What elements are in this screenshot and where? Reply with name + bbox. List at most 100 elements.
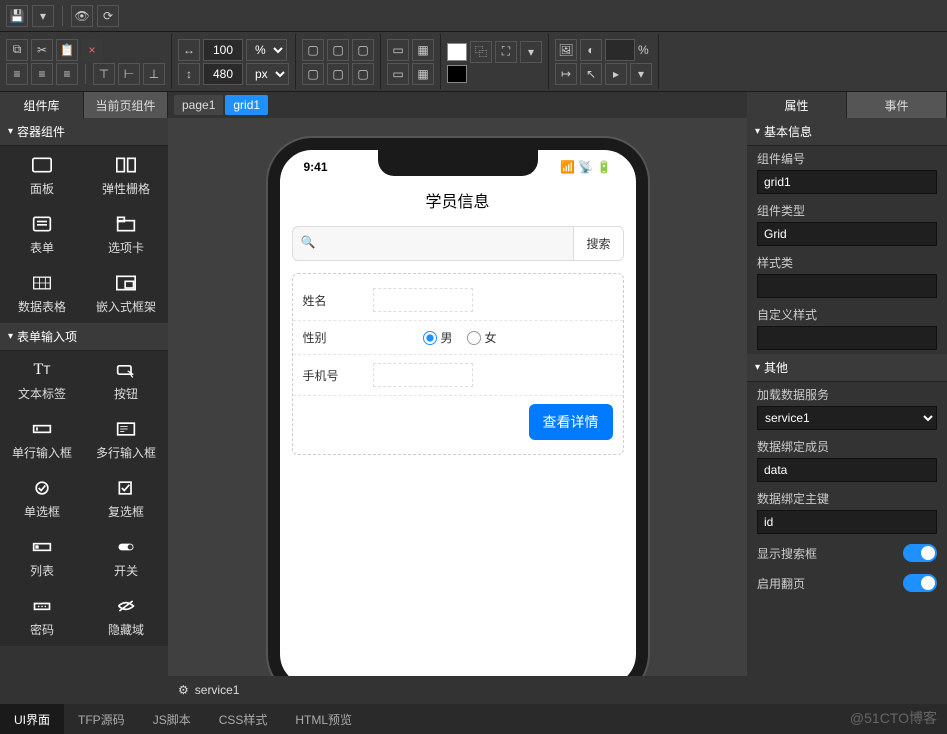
cut-icon[interactable]: ✂ bbox=[31, 39, 53, 61]
select-loadservice[interactable]: service1 bbox=[757, 406, 937, 430]
contrast-icon[interactable]: ◐ bbox=[580, 39, 602, 61]
crumb-page1[interactable]: page1 bbox=[174, 95, 223, 115]
comp-hidden[interactable]: 隐藏域 bbox=[84, 587, 168, 646]
image-icon[interactable]: 🖼 bbox=[555, 39, 577, 61]
comp-textinput[interactable]: 单行输入框 bbox=[0, 410, 84, 469]
width-input[interactable] bbox=[203, 63, 243, 85]
radio-female[interactable] bbox=[467, 331, 481, 345]
align-right-icon[interactable]: ≡ bbox=[56, 63, 78, 85]
toggle-paging[interactable] bbox=[903, 574, 937, 592]
border1-icon[interactable]: ▭ bbox=[387, 39, 409, 61]
comp-button[interactable]: 按钮 bbox=[84, 351, 168, 410]
search-input[interactable] bbox=[323, 227, 573, 260]
dropdown-icon[interactable]: ▾ bbox=[520, 41, 542, 63]
comp-textarea[interactable]: 多行输入框 bbox=[84, 410, 168, 469]
comp-radio[interactable]: 单选框 bbox=[0, 469, 84, 528]
btab-css[interactable]: CSS样式 bbox=[205, 704, 282, 734]
top-toolbar-1: 💾 ▾ 👁 ⟳ bbox=[0, 0, 947, 32]
comp-list[interactable]: 列表 bbox=[0, 528, 84, 587]
toggle-showsearch[interactable] bbox=[903, 544, 937, 562]
btab-html[interactable]: HTML预览 bbox=[281, 704, 366, 734]
comp-panel[interactable]: 面板 bbox=[0, 146, 84, 205]
search-button[interactable]: 搜索 bbox=[573, 227, 622, 260]
radio-male[interactable] bbox=[423, 331, 437, 345]
bg-color[interactable] bbox=[447, 65, 467, 83]
zoom-input[interactable] bbox=[203, 39, 243, 61]
width-unit[interactable]: px bbox=[246, 63, 289, 85]
input-id[interactable] bbox=[757, 170, 937, 194]
pct-input[interactable] bbox=[605, 39, 635, 61]
btab-ui[interactable]: UI界面 bbox=[0, 704, 64, 734]
phone-time: 9:41 bbox=[304, 160, 328, 174]
canvas[interactable]: 9:41 📶 📡 🔋 学员信息 🔍 搜索 姓名 bbox=[168, 118, 747, 676]
crumb-grid1[interactable]: grid1 bbox=[225, 95, 268, 115]
border4-icon[interactable]: ▦ bbox=[412, 63, 434, 85]
copy-icon[interactable]: ⧉ bbox=[6, 39, 28, 61]
form-card[interactable]: 姓名 性别 男 女 手机号 bbox=[292, 273, 624, 455]
section-form-input[interactable]: 表单输入项 bbox=[0, 323, 168, 351]
tab-properties[interactable]: 属性 bbox=[747, 92, 847, 118]
input-styleclass[interactable] bbox=[757, 274, 937, 298]
comp-tabs[interactable]: 选项卡 bbox=[84, 205, 168, 264]
section-basic[interactable]: 基本信息 bbox=[747, 118, 947, 146]
pointer-icon[interactable]: ↖ bbox=[580, 63, 602, 85]
crop-icon[interactable]: ⿻ bbox=[470, 41, 492, 63]
section-other[interactable]: 其他 bbox=[747, 354, 947, 382]
input-bindkey[interactable] bbox=[757, 510, 937, 534]
box3-icon[interactable]: ▢ bbox=[352, 39, 374, 61]
comp-iframe[interactable]: 嵌入式框架 bbox=[84, 264, 168, 323]
save-dropdown-icon[interactable]: ▾ bbox=[32, 5, 54, 27]
label-loadservice: 加载数据服务 bbox=[757, 386, 937, 403]
align-middle-icon[interactable]: ⊢ bbox=[118, 63, 140, 85]
service-name[interactable]: service1 bbox=[195, 683, 240, 697]
input-customstyle[interactable] bbox=[757, 326, 937, 350]
section-container[interactable]: 容器组件 bbox=[0, 118, 168, 146]
comp-label[interactable]: TT文本标签 bbox=[0, 351, 84, 410]
phone-input[interactable] bbox=[373, 363, 473, 387]
align-top-icon[interactable]: ⊤ bbox=[93, 63, 115, 85]
comp-checkbox[interactable]: 复选框 bbox=[84, 469, 168, 528]
fg-color[interactable] bbox=[447, 43, 467, 61]
comp-datagrid[interactable]: 数据表格 bbox=[0, 264, 84, 323]
preview-icon[interactable]: 👁 bbox=[71, 5, 93, 27]
name-input[interactable] bbox=[373, 288, 473, 312]
tabs-icon bbox=[112, 213, 140, 235]
label-bindkey: 数据绑定主键 bbox=[757, 490, 937, 507]
detail-button[interactable]: 查看详情 bbox=[529, 404, 613, 440]
comp-form[interactable]: 表单 bbox=[0, 205, 84, 264]
save-icon[interactable]: 💾 bbox=[6, 5, 28, 27]
comp-flexgrid[interactable]: 弹性栅格 bbox=[84, 146, 168, 205]
delete-icon[interactable]: × bbox=[81, 39, 103, 61]
input-type[interactable] bbox=[757, 222, 937, 246]
box4-icon[interactable]: ▢ bbox=[302, 63, 324, 85]
border2-icon[interactable]: ▦ bbox=[412, 39, 434, 61]
select-icon[interactable]: ⛶ bbox=[495, 41, 517, 63]
align-left-icon[interactable]: ≡ bbox=[6, 63, 28, 85]
align-center-icon[interactable]: ≡ bbox=[31, 63, 53, 85]
pct-label: % bbox=[638, 43, 649, 57]
box1-icon[interactable]: ▢ bbox=[302, 39, 324, 61]
border3-icon[interactable]: ▭ bbox=[387, 63, 409, 85]
field-gender: 性别 男 女 bbox=[293, 321, 623, 355]
btab-tfp[interactable]: TFP源码 bbox=[64, 704, 139, 734]
move-icon[interactable]: ↦ bbox=[555, 63, 577, 85]
box5-icon[interactable]: ▢ bbox=[327, 63, 349, 85]
box2-icon[interactable]: ▢ bbox=[327, 39, 349, 61]
height-icon[interactable]: ↕ bbox=[178, 63, 200, 85]
box6-icon[interactable]: ▢ bbox=[352, 63, 374, 85]
label-styleclass: 样式类 bbox=[757, 254, 937, 271]
align-bottom-icon[interactable]: ⊥ bbox=[143, 63, 165, 85]
comp-switch[interactable]: 开关 bbox=[84, 528, 168, 587]
drop-icon[interactable]: ▾ bbox=[630, 63, 652, 85]
width-icon[interactable]: ↔ bbox=[178, 39, 200, 61]
tab-events[interactable]: 事件 bbox=[847, 92, 947, 118]
refresh-icon[interactable]: ⟳ bbox=[97, 5, 119, 27]
tab-component-lib[interactable]: 组件库 bbox=[0, 92, 84, 118]
btab-js[interactable]: JS脚本 bbox=[139, 704, 205, 734]
zoom-unit[interactable]: % bbox=[246, 39, 287, 61]
pointer2-icon[interactable]: ▸ bbox=[605, 63, 627, 85]
comp-password[interactable]: 密码 bbox=[0, 587, 84, 646]
tab-current-page[interactable]: 当前页组件 bbox=[84, 92, 168, 118]
paste-icon[interactable]: 📋 bbox=[56, 39, 78, 61]
input-bindmember[interactable] bbox=[757, 458, 937, 482]
